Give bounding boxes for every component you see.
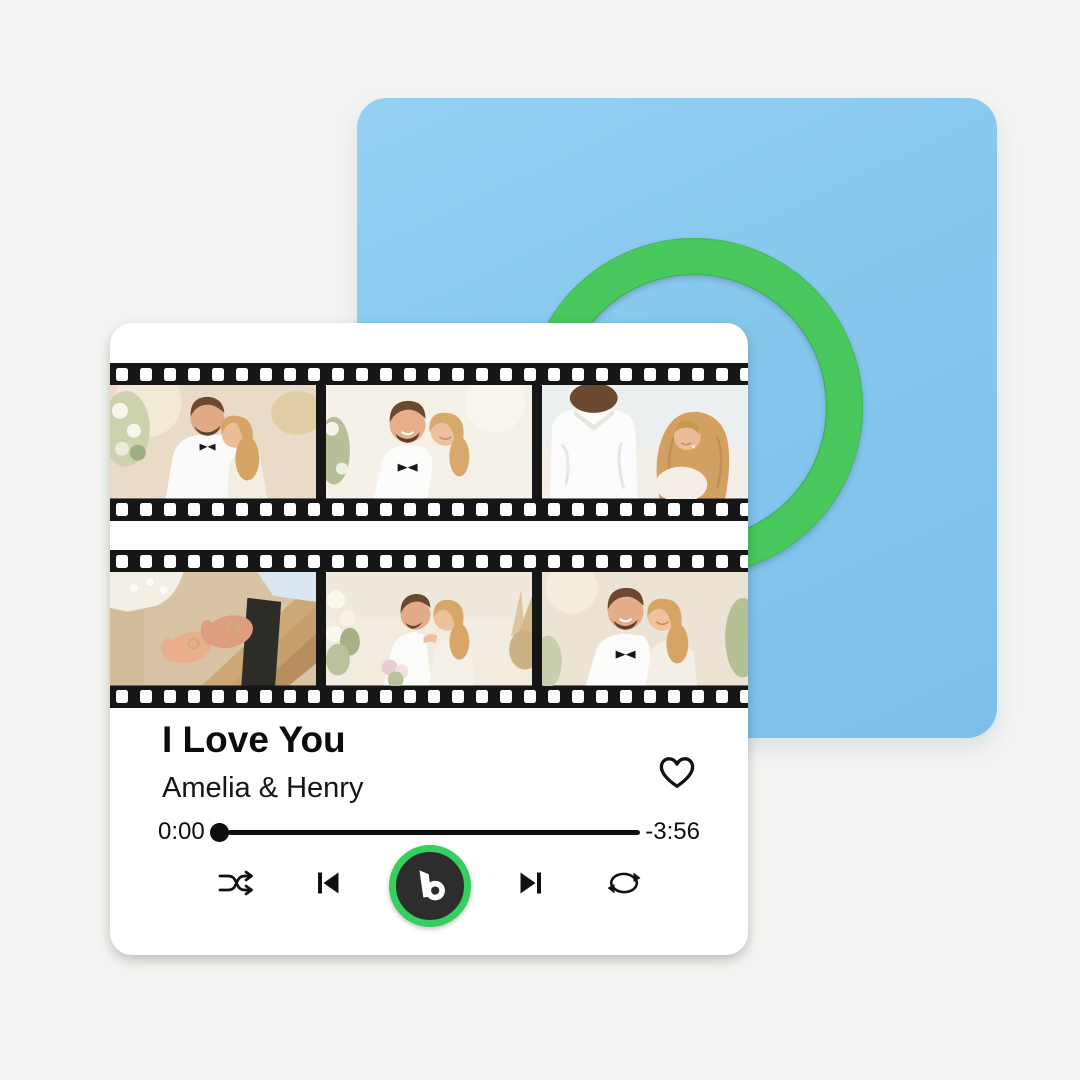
film-photo-face-to-face	[326, 572, 532, 685]
heart-icon[interactable]	[658, 756, 696, 790]
filmstrip-top	[110, 363, 748, 521]
music-plaque-card: I Love You Amelia & Henry 0:00 -3:56	[110, 323, 748, 955]
film-photo-cheek-to-cheek	[542, 572, 748, 685]
sprocket-band	[110, 550, 748, 572]
brand-b-logo	[415, 866, 445, 906]
filmstrip-bottom	[110, 550, 748, 708]
scene: I Love You Amelia & Henry 0:00 -3:56	[0, 0, 1080, 1080]
previous-track-icon[interactable]	[316, 870, 341, 896]
next-track-icon[interactable]	[519, 870, 544, 896]
film-photo-bride-over-shoulder	[542, 385, 748, 498]
elapsed-time: 0:00	[158, 818, 205, 846]
filmstrip-top-photos	[110, 385, 748, 498]
remaining-time: -3:56	[645, 818, 700, 846]
song-title: I Love You	[162, 719, 346, 761]
progress-track[interactable]	[228, 830, 641, 835]
filmstrip-bottom-photos	[110, 572, 748, 685]
play-button[interactable]	[389, 845, 471, 927]
sprocket-band	[110, 686, 748, 708]
repeat-icon[interactable]	[606, 869, 643, 897]
artist-names: Amelia & Henry	[162, 772, 363, 805]
sprocket-band	[110, 499, 748, 521]
progress-bar: 0:00 -3:56	[158, 817, 700, 847]
shuffle-icon[interactable]	[217, 870, 255, 897]
film-photo-couple-smiling	[326, 385, 532, 498]
film-photo-wedding-rings	[110, 572, 316, 685]
sprocket-band	[110, 363, 748, 385]
progress-thumb[interactable]	[210, 823, 229, 842]
film-photo-couple-embracing	[110, 385, 316, 498]
